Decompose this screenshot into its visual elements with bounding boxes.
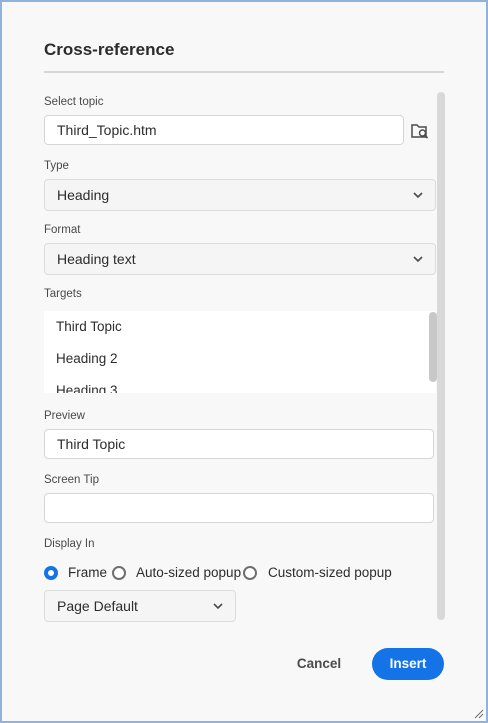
format-label: Format <box>44 224 81 236</box>
chevron-down-icon <box>413 192 423 199</box>
insert-button[interactable]: Insert <box>372 648 444 680</box>
format-select[interactable]: Heading text <box>44 243 436 275</box>
display-in-label: Display In <box>44 538 95 550</box>
select-topic-input[interactable]: Third_Topic.htm <box>44 115 404 145</box>
type-label: Type <box>44 160 69 172</box>
targets-list[interactable]: Third Topic Heading 2 Heading 3 <box>44 311 436 393</box>
frame-select[interactable]: Page Default <box>44 590 236 622</box>
screen-tip-input[interactable] <box>44 493 434 523</box>
resize-grip-icon[interactable] <box>472 707 484 719</box>
type-select-value: Heading <box>57 187 110 203</box>
frame-select-value: Page Default <box>57 598 138 614</box>
chevron-down-icon <box>213 603 223 610</box>
dialog-body: Select topic Third_Topic.htm Type Headin… <box>2 82 486 622</box>
list-scrollbar-thumb[interactable] <box>429 312 437 382</box>
cancel-button[interactable]: Cancel <box>286 649 352 679</box>
title-divider <box>44 71 444 73</box>
radio-frame-label[interactable]: Frame <box>68 565 107 580</box>
targets-list-item[interactable]: Heading 3 <box>56 383 118 393</box>
targets-list-item[interactable]: Third Topic <box>56 319 122 334</box>
radio-custom-sized-popup-label[interactable]: Custom-sized popup <box>268 565 392 580</box>
radio-auto-sized-popup-label[interactable]: Auto-sized popup <box>136 565 241 580</box>
preview-field[interactable]: Third Topic <box>44 429 434 459</box>
radio-auto-sized-popup[interactable] <box>112 566 126 580</box>
targets-label: Targets <box>44 288 82 300</box>
cross-reference-dialog: Cross-reference Select topic Third_Topic… <box>0 0 488 723</box>
select-topic-label: Select topic <box>44 96 104 108</box>
folder-search-icon[interactable] <box>410 121 430 141</box>
chevron-down-icon <box>413 256 423 263</box>
screen-tip-label: Screen Tip <box>44 474 99 486</box>
type-select[interactable]: Heading <box>44 179 436 211</box>
format-select-value: Heading text <box>57 251 136 267</box>
radio-frame[interactable] <box>44 566 58 580</box>
dialog-title: Cross-reference <box>44 40 175 59</box>
scrollbar-track[interactable] <box>437 92 445 620</box>
preview-label: Preview <box>44 410 85 422</box>
targets-list-item[interactable]: Heading 2 <box>56 351 118 366</box>
radio-custom-sized-popup[interactable] <box>243 566 257 580</box>
